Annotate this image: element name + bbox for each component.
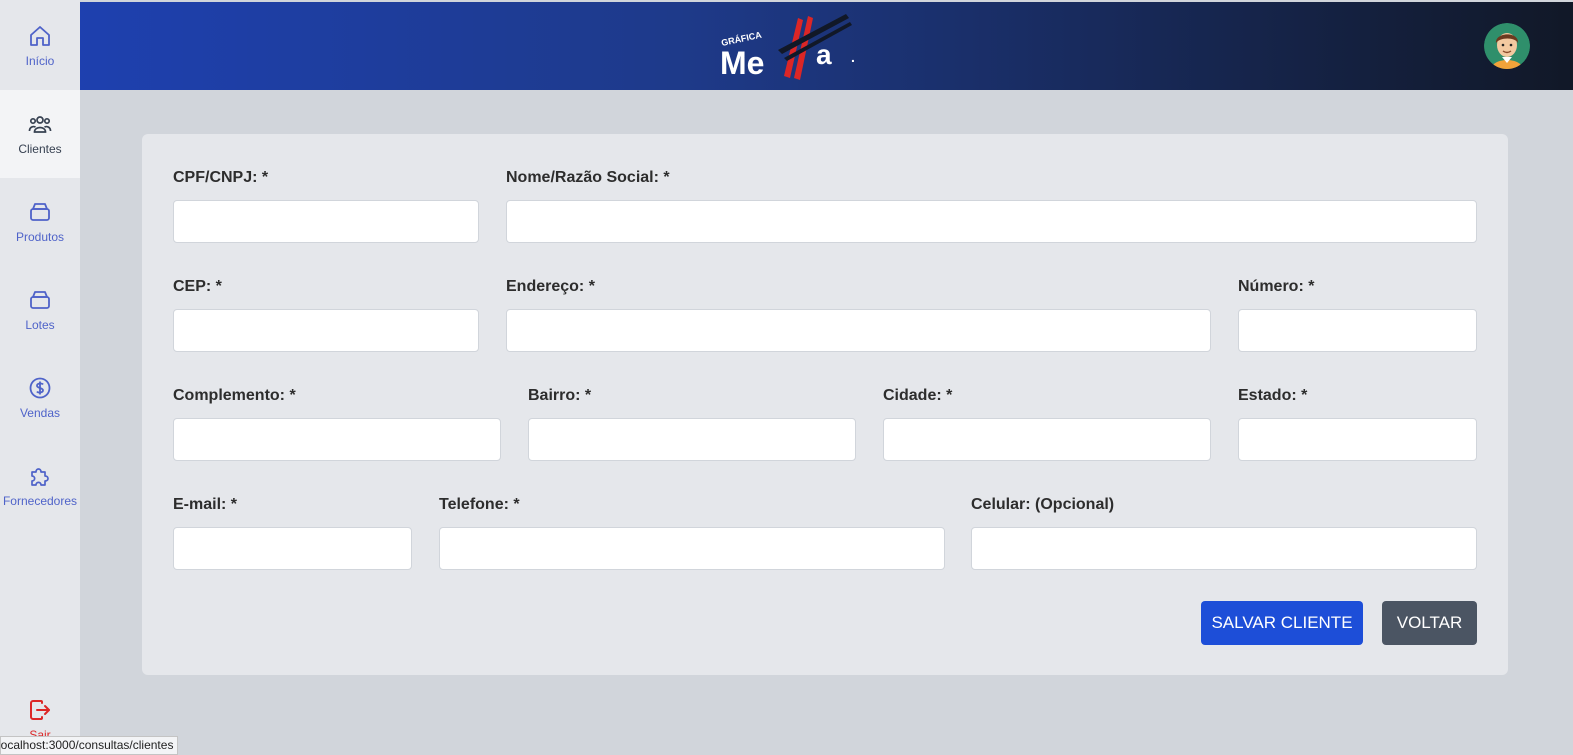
- sidebar-item-fornecedores[interactable]: Fornecedores: [0, 442, 80, 530]
- email-label: E-mail: *: [173, 496, 238, 513]
- logo-main-right: a: [816, 39, 832, 70]
- box-icon: [30, 203, 50, 221]
- bairro-input[interactable]: [528, 418, 856, 461]
- sidebar-item-lotes[interactable]: Lotes: [0, 266, 80, 354]
- sidebar-item-label: Início: [25, 54, 55, 68]
- cidade-input[interactable]: [883, 418, 1211, 461]
- sidebar-item-label: Lotes: [25, 318, 55, 332]
- estado-label: Estado: *: [1238, 387, 1308, 404]
- bairro-label: Bairro: *: [528, 387, 592, 404]
- nome-razao-social-input[interactable]: [506, 200, 1477, 243]
- sidebar-item-label: Fornecedores: [2, 494, 78, 508]
- email-input[interactable]: [173, 527, 412, 570]
- box-icon: [30, 291, 50, 309]
- numero-input[interactable]: [1238, 309, 1477, 352]
- sidebar-item-produtos[interactable]: Produtos: [0, 178, 80, 266]
- celular-input[interactable]: [971, 527, 1477, 570]
- sidebar: Início Clientes Produtos Lotes Vendas Fo…: [0, 0, 80, 755]
- status-url: localhost:3000/consultas/clientes: [0, 738, 174, 752]
- sidebar-item-label: Produtos: [15, 230, 65, 244]
- puzzle-icon: [31, 468, 49, 486]
- complemento-label: Complemento: *: [173, 387, 296, 404]
- celular-label: Celular: (Opcional): [971, 496, 1115, 513]
- logout-icon: [30, 700, 50, 720]
- home-icon: [30, 26, 50, 46]
- avatar-icon: [1484, 23, 1530, 69]
- telefone-label: Telefone: *: [439, 496, 520, 513]
- numero-label: Número: *: [1238, 278, 1315, 295]
- logo-main-left: Me: [720, 45, 764, 81]
- back-button[interactable]: VOLTAR: [1382, 601, 1477, 645]
- save-client-button[interactable]: SALVAR CLIENTE: [1201, 601, 1363, 645]
- sidebar-item-vendas[interactable]: Vendas: [0, 354, 80, 442]
- top-bar: GRÁFICA Me a .: [80, 2, 1573, 90]
- cep-label: CEP: *: [173, 278, 222, 295]
- cep-input[interactable]: [173, 309, 479, 352]
- logo-dot: .: [851, 49, 855, 65]
- sidebar-item-label: Vendas: [19, 406, 61, 420]
- dollar-icon: [29, 377, 51, 399]
- nome-razao-social-label: Nome/Razão Social: *: [506, 169, 670, 186]
- cpf-cnpj-label: CPF/CNPJ: *: [173, 169, 269, 186]
- brand-logo: GRÁFICA Me a .: [720, 14, 855, 81]
- cidade-label: Cidade: *: [883, 387, 953, 404]
- users-icon: [28, 116, 52, 133]
- estado-input[interactable]: [1238, 418, 1477, 461]
- link-status-bar: localhost:3000/consultas/clientes: [0, 736, 178, 755]
- user-avatar[interactable]: [1484, 23, 1530, 69]
- cpf-cnpj-input[interactable]: [173, 200, 479, 243]
- sidebar-item-clientes[interactable]: Clientes: [0, 90, 80, 178]
- endereco-input[interactable]: [506, 309, 1211, 352]
- complemento-input[interactable]: [173, 418, 501, 461]
- sidebar-item-inicio[interactable]: Início: [0, 2, 80, 90]
- endereco-label: Endereço: *: [506, 278, 595, 295]
- sidebar-item-label: Clientes: [18, 142, 62, 156]
- telefone-input[interactable]: [439, 527, 945, 570]
- client-form-card: CPF/CNPJ: * Nome/Razão Social: * CEP: * …: [142, 134, 1508, 675]
